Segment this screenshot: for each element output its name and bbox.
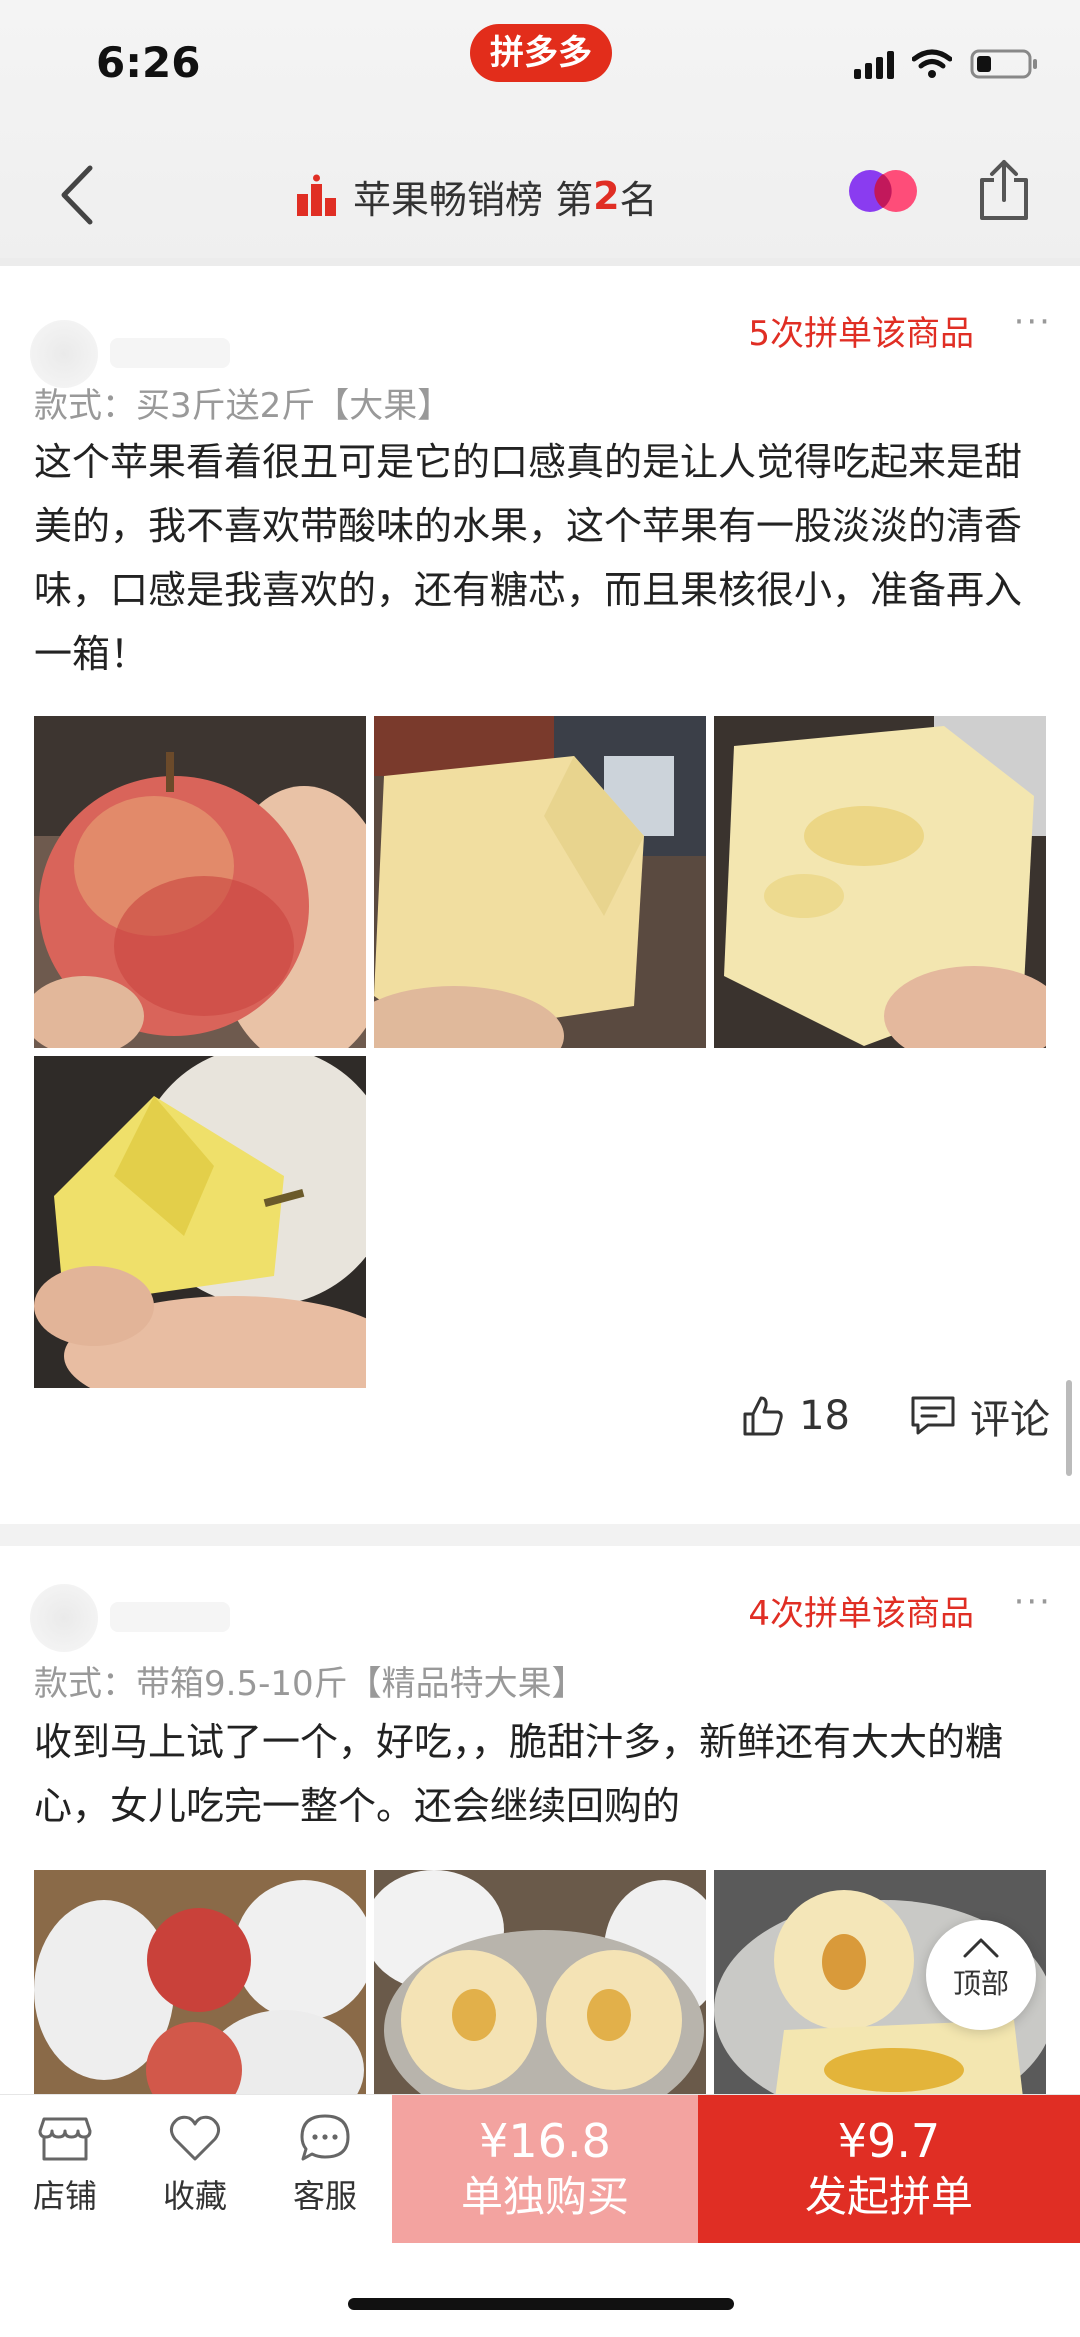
ranking-title[interactable]: 苹果畅销榜 第2名 xyxy=(295,168,658,224)
wifi-icon xyxy=(912,49,952,79)
home-indicator[interactable] xyxy=(348,2298,734,2310)
ranking-number: 2 xyxy=(593,174,620,218)
comment-icon xyxy=(911,1396,955,1435)
share-icon[interactable] xyxy=(976,158,1032,222)
like-count: 18 xyxy=(799,1393,850,1439)
store-icon xyxy=(38,2117,92,2161)
review-text: 这个苹果看着很丑可是它的口感真的是让人觉得吃起来是甜美的，我不喜欢带酸味的水果，… xyxy=(34,440,1023,676)
heart-icon xyxy=(169,2115,221,2161)
customer-service-button[interactable]: 客服 xyxy=(270,2113,380,2217)
review-photo[interactable] xyxy=(34,1056,366,1388)
group-buy-label: 发起拼单 xyxy=(804,2172,973,2221)
top-bar: 6:26 拼多多 苹果畅销榜 第 2 名 xyxy=(0,0,1080,260)
review-photo[interactable] xyxy=(374,716,706,1048)
group-buy-button[interactable]: ¥9.7 发起拼单 xyxy=(698,2095,1080,2243)
review-photo[interactable] xyxy=(374,1870,706,2106)
review-card: 5次拼单该商品 ··· 款式：买3斤送2斤【大果】 这个苹果看着很丑可是它的口感… xyxy=(0,266,1080,1524)
chat-bubble-icon xyxy=(300,2114,350,2161)
battery-icon xyxy=(970,48,1040,80)
reviewer-name xyxy=(110,338,230,368)
product-spec: 款式：带箱9.5-10斤【精品特大果】 xyxy=(34,1664,586,1704)
back-button[interactable] xyxy=(52,160,102,230)
single-price: ¥16.8 xyxy=(479,2114,611,2168)
favorite-label: 收藏 xyxy=(162,2177,227,2215)
circles-logo-icon[interactable] xyxy=(846,166,920,216)
more-options-button[interactable]: ··· xyxy=(1014,1582,1052,1622)
buy-alone-label: 单独购买 xyxy=(460,2172,629,2221)
review-actions: 18 评论 xyxy=(741,1376,1050,1456)
back-to-top-button[interactable]: 顶部 xyxy=(926,1920,1036,2030)
store-label: 店铺 xyxy=(32,2177,97,2215)
back-to-top-label: 顶部 xyxy=(952,1967,1009,2000)
divider xyxy=(0,1524,1080,1546)
buy-alone-button[interactable]: ¥16.8 单独购买 xyxy=(392,2095,698,2243)
review-card: 4次拼单该商品 ··· 款式：带箱9.5-10斤【精品特大果】 收到马上试了一个… xyxy=(0,1546,1080,2106)
group-price: ¥9.7 xyxy=(837,2114,941,2168)
bottom-action-bar: 店铺 收藏 客服 ¥16.8 单独购买 ¥9.7 发起拼单 xyxy=(0,2094,1080,2244)
ranking-title-suffix: 名 xyxy=(619,177,658,222)
reviewer-name xyxy=(110,1602,230,1632)
review-photo[interactable] xyxy=(34,1870,366,2106)
product-spec: 款式：买3斤送2斤【大果】 xyxy=(34,386,452,426)
review-photo[interactable] xyxy=(34,716,366,1048)
comment-label: 评论 xyxy=(970,1397,1050,1443)
order-count: 4次拼单该商品 xyxy=(748,1594,974,1634)
scrollbar[interactable] xyxy=(1066,1380,1072,1476)
review-text: 收到马上试了一个，好吃，，脆甜汁多，新鲜还有大大的糖心，女儿吃完一整个。还会继续… xyxy=(34,1720,1004,1828)
thumbs-up-icon xyxy=(743,1396,783,1436)
favorite-button[interactable]: 收藏 xyxy=(140,2113,250,2217)
signal-icon xyxy=(854,49,894,79)
order-count: 5次拼单该商品 xyxy=(748,314,974,354)
like-button[interactable]: 18 xyxy=(741,1393,850,1439)
page: 6:26 拼多多 苹果畅销榜 第 2 名 5次拼单该商品 ··· 款式：买3斤送… xyxy=(0,0,1080,2337)
status-icons xyxy=(854,48,1040,80)
ranking-icon xyxy=(297,174,336,216)
ranking-title-prefix: 苹果畅销榜 第 xyxy=(353,177,594,222)
brand-logo: 拼多多 xyxy=(470,24,612,82)
chevron-up-icon xyxy=(963,1938,999,1958)
customer-service-label: 客服 xyxy=(292,2177,357,2215)
divider xyxy=(0,258,1080,266)
chevron-left-icon xyxy=(61,165,93,225)
review-photo[interactable] xyxy=(714,716,1046,1048)
avatar[interactable] xyxy=(30,1584,98,1652)
more-options-button[interactable]: ··· xyxy=(1014,302,1052,342)
comment-button[interactable]: 评论 xyxy=(910,1387,1050,1445)
store-button[interactable]: 店铺 xyxy=(10,2113,120,2217)
status-time: 6:26 xyxy=(96,38,201,87)
